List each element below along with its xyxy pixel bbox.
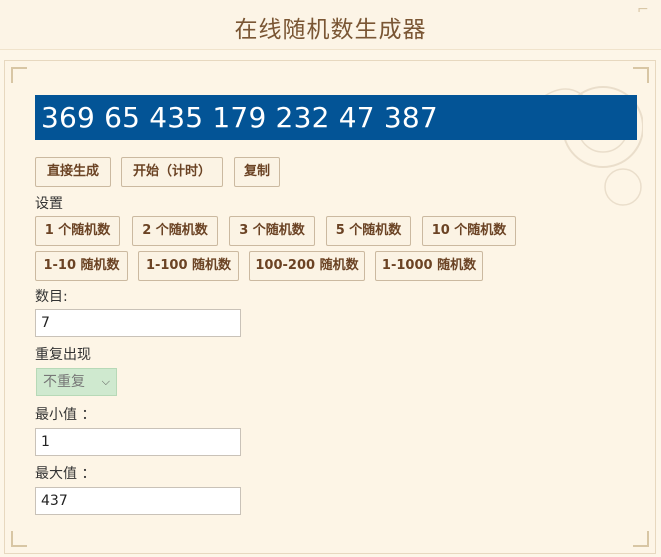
- preset-10-numbers-button[interactable]: 10 个随机数: [422, 216, 516, 246]
- preset-5-numbers-button[interactable]: 5 个随机数: [326, 216, 411, 246]
- chevron-down-icon: ⌵: [101, 375, 110, 388]
- direct-generate-button[interactable]: 直接生成: [35, 157, 111, 187]
- random-result-display: 369 65 435 179 232 47 387: [35, 95, 637, 140]
- min-value-input[interactable]: 1: [35, 428, 241, 456]
- preset-range-100-200-button[interactable]: 100-200 随机数: [249, 251, 365, 281]
- count-label: 数目:: [35, 289, 68, 305]
- corner-bracket-icon: [11, 531, 27, 547]
- corner-bracket-icon: [633, 531, 649, 547]
- max-label: 最大值 ：: [35, 466, 96, 482]
- page-title: 在线随机数生成器: [234, 17, 427, 43]
- start-timed-button[interactable]: 开始（计时）: [121, 157, 223, 187]
- generator-panel: 369 65 435 179 232 47 387 直接生成 开始（计时） 复制…: [4, 60, 656, 554]
- settings-label: 设置: [35, 196, 63, 212]
- preset-3-numbers-button[interactable]: 3 个随机数: [229, 216, 315, 246]
- preset-1-number-button[interactable]: 1 个随机数: [35, 216, 120, 246]
- copy-button[interactable]: 复制: [234, 157, 280, 187]
- preset-2-numbers-button[interactable]: 2 个随机数: [132, 216, 218, 246]
- preset-range-1-1000-button[interactable]: 1-1000 随机数: [375, 251, 483, 281]
- decorative-swirl-icon: [542, 86, 643, 206]
- repeat-label: 重复出现: [35, 347, 91, 363]
- repeat-select[interactable]: 不重复 ⌵: [36, 368, 117, 396]
- corner-ornament-icon: ⌐: [637, 2, 649, 18]
- preset-range-1-100-button[interactable]: 1-100 随机数: [138, 251, 239, 281]
- corner-bracket-icon: [11, 67, 27, 83]
- preset-range-1-10-button[interactable]: 1-10 随机数: [35, 251, 128, 281]
- max-value-input[interactable]: 437: [35, 487, 241, 515]
- page-header: 在线随机数生成器 ⌐: [0, 0, 661, 50]
- count-input[interactable]: 7: [35, 309, 241, 337]
- repeat-select-value: 不重复: [43, 374, 85, 390]
- min-label: 最小值 ：: [35, 407, 96, 423]
